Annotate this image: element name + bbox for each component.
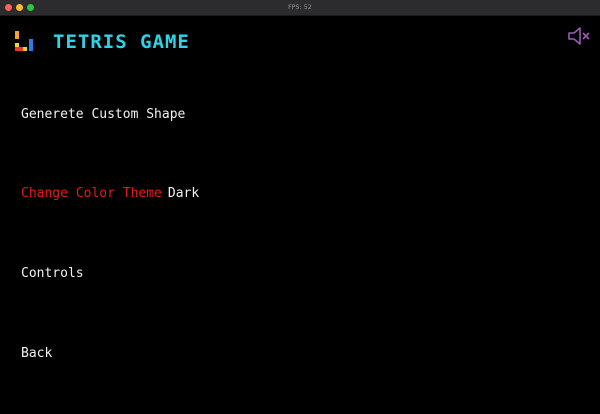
menu-item-controls[interactable]: Controls — [21, 265, 84, 283]
game-title: TETRIS GAME — [53, 31, 190, 53]
menu-item-label: Change Color Theme — [21, 186, 162, 201]
tetromino-logo-icon — [15, 31, 33, 51]
window-title: FPS: 52 — [288, 4, 312, 11]
color-theme-value: Dark — [167, 186, 200, 201]
menu-item-label: Back — [21, 346, 53, 361]
title-bar[interactable]: FPS: 52 — [0, 0, 600, 16]
menu-item-back[interactable]: Back — [21, 345, 52, 363]
menu-item-change-color-theme[interactable]: Change Color Theme Dark — [21, 185, 199, 203]
menu-item-generate-custom-shape[interactable]: Generete Custom Shape — [21, 106, 185, 124]
game-window: FPS: 52 TETRIS GAME Generete Custom Shap… — [0, 0, 600, 414]
menu-item-label: Generete Custom Shape — [21, 107, 186, 122]
menu-item-label: Controls — [21, 266, 84, 281]
speaker-muted-icon[interactable] — [567, 25, 591, 47]
